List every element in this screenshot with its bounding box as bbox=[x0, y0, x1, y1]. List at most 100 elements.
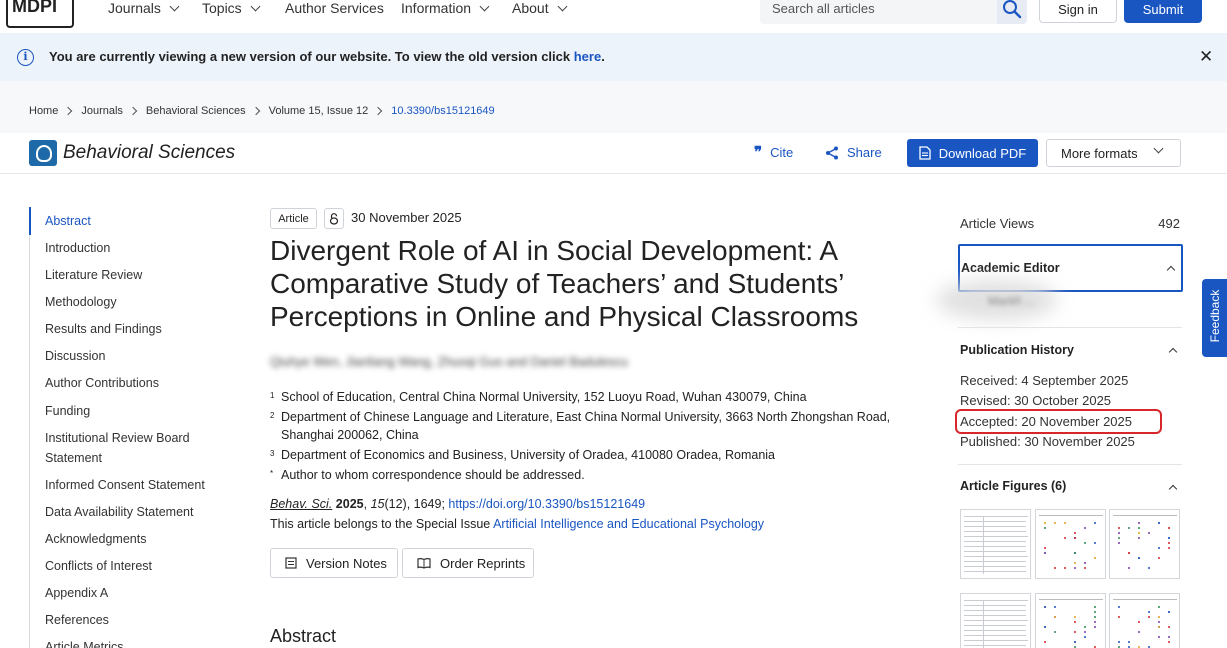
cite-button[interactable]: ❞ Cite bbox=[754, 145, 793, 161]
old-version-link[interactable]: here bbox=[574, 49, 601, 64]
toc-item-author-contributions[interactable]: Author Contributions bbox=[45, 373, 220, 393]
special-issue-line: This article belongs to the Special Issu… bbox=[270, 517, 765, 531]
affiliation-3: 3 Department of Economics and Business, U… bbox=[270, 448, 776, 462]
breadcrumb-issue[interactable]: Volume 15, Issue 12 bbox=[269, 105, 369, 117]
thumbnail-dot bbox=[1138, 527, 1140, 529]
toc-item-article-metrics[interactable]: Article Metrics bbox=[45, 637, 220, 648]
publication-date: 30 November 2025 bbox=[351, 210, 462, 225]
order-reprints-button[interactable]: Order Reprints bbox=[402, 548, 534, 578]
breadcrumb-journals[interactable]: Journals bbox=[81, 105, 123, 117]
thumbnail-line bbox=[964, 620, 1028, 621]
thumbnail-dot bbox=[1054, 606, 1056, 608]
download-pdf-button[interactable]: Download PDF bbox=[907, 139, 1038, 167]
feedback-tab[interactable]: Feedback bbox=[1202, 279, 1227, 357]
thumbnail-dot bbox=[1044, 552, 1046, 554]
toc-item-literature-review[interactable]: Literature Review bbox=[45, 265, 220, 285]
divider bbox=[958, 327, 1182, 328]
figure-thumbnail-1[interactable] bbox=[960, 509, 1031, 579]
thumbnail-dot bbox=[1138, 537, 1140, 539]
toc-item-methodology[interactable]: Methodology bbox=[45, 292, 220, 312]
thumbnail-dot bbox=[1094, 542, 1096, 544]
nav-author-services[interactable]: Author Services bbox=[285, 0, 384, 16]
abstract-heading: Abstract bbox=[270, 626, 337, 646]
submit-button[interactable]: Submit bbox=[1124, 0, 1202, 23]
version-notes-button[interactable]: Version Notes bbox=[270, 548, 398, 578]
breadcrumb-journal[interactable]: Behavioral Sciences bbox=[146, 105, 246, 117]
toc-item-introduction[interactable]: Introduction bbox=[45, 238, 220, 258]
figure-thumbnail-6[interactable] bbox=[1109, 593, 1180, 648]
toc-item-results[interactable]: Results and Findings bbox=[45, 319, 220, 339]
thumbnail-line bbox=[964, 615, 1026, 616]
journal-logo-icon[interactable] bbox=[29, 140, 57, 166]
toc-item-appendix-a[interactable]: Appendix A bbox=[45, 583, 220, 603]
toc-item-informed-consent[interactable]: Informed Consent Statement bbox=[45, 475, 220, 495]
thumbnail-line bbox=[964, 605, 1026, 606]
nav-topics[interactable]: Topics bbox=[202, 0, 261, 16]
figure-thumbnail-2[interactable] bbox=[1035, 509, 1106, 579]
toc-item-acknowledgments[interactable]: Acknowledgments bbox=[45, 529, 220, 549]
search-input[interactable]: Search all articles bbox=[760, 0, 1027, 24]
toc-item-abstract[interactable]: Abstract bbox=[45, 211, 220, 231]
more-formats-dropdown[interactable]: More formats bbox=[1046, 139, 1181, 167]
search-button[interactable] bbox=[997, 0, 1027, 24]
nav-journals[interactable]: Journals bbox=[108, 0, 180, 16]
thumbnail-dot bbox=[1148, 611, 1150, 613]
toc-item-funding[interactable]: Funding bbox=[45, 401, 220, 421]
close-icon[interactable]: ✕ bbox=[1199, 47, 1213, 67]
thumbnail-dot bbox=[1168, 542, 1170, 544]
thumbnail-line bbox=[964, 546, 1026, 547]
figure-thumbnail-5[interactable] bbox=[1035, 593, 1106, 648]
nav-information[interactable]: Information bbox=[401, 0, 490, 16]
chevron-down-icon bbox=[250, 1, 261, 11]
doi-link[interactable]: https://doi.org/10.3390/bs15121649 bbox=[448, 497, 645, 511]
publication-history-heading[interactable]: Publication History bbox=[960, 343, 1074, 357]
chevron-up-icon[interactable] bbox=[1168, 484, 1178, 494]
share-icon bbox=[826, 146, 838, 159]
nav-about[interactable]: About bbox=[512, 0, 568, 16]
toc-item-references[interactable]: References bbox=[45, 610, 220, 630]
thumbnail-dot bbox=[1074, 552, 1076, 554]
thumbnail-dot bbox=[1054, 616, 1056, 618]
thumbnail-dot bbox=[1138, 557, 1140, 559]
toc-item-discussion[interactable]: Discussion bbox=[45, 346, 220, 366]
breadcrumb-home[interactable]: Home bbox=[29, 105, 58, 117]
mdpi-logo[interactable]: MDPI bbox=[6, 0, 74, 28]
thumbnail-line bbox=[964, 645, 1026, 646]
thumbnail-line bbox=[1113, 515, 1177, 516]
thumbnail-line bbox=[964, 541, 1026, 542]
thumbnail-dot bbox=[1084, 636, 1086, 638]
thumbnail-line bbox=[964, 610, 1026, 611]
share-button[interactable]: Share bbox=[825, 145, 882, 160]
toc-item-data-availability[interactable]: Data Availability Statement bbox=[45, 502, 220, 522]
toc-item-conflicts[interactable]: Conflicts of Interest bbox=[45, 556, 220, 576]
journal-name[interactable]: Behavioral Sciences bbox=[63, 142, 235, 164]
corresponding-note: * Author to whom correspondence should be… bbox=[270, 468, 585, 482]
editor-name[interactable]: Martiñ ... bbox=[988, 294, 1035, 308]
thumbnail-line bbox=[964, 600, 1028, 601]
thumbnail-dot bbox=[1158, 557, 1160, 559]
citation-line: Behav. Sci. 2025, 15(12), 1649; https://… bbox=[270, 497, 646, 511]
toc-item-irb-statement[interactable]: Institutional Review Board Statement bbox=[45, 428, 220, 468]
sign-in-button[interactable]: Sign in bbox=[1039, 0, 1117, 23]
special-issue-link[interactable]: Artificial Intelligence and Educational … bbox=[493, 517, 764, 531]
breadcrumb-doi[interactable]: 10.3390/bs15121649 bbox=[391, 105, 494, 117]
article-figures-heading[interactable]: Article Figures (6) bbox=[960, 479, 1066, 493]
chevron-up-icon[interactable] bbox=[1168, 347, 1178, 357]
author-list[interactable]: Qiuhye Wen, Jianliang Wang, Zhuoqi Guo a… bbox=[270, 355, 660, 377]
thumbnail-line bbox=[964, 561, 1026, 562]
thumbnail-line bbox=[964, 531, 1026, 532]
thumbnail-dot bbox=[1064, 567, 1066, 569]
thumbnail-line bbox=[964, 566, 1026, 567]
chevron-right-icon bbox=[374, 106, 383, 116]
thumbnail-dot bbox=[1138, 532, 1140, 534]
banner-message: You are currently viewing a new version … bbox=[49, 49, 605, 64]
thumbnail-dot bbox=[1084, 567, 1086, 569]
chevron-down-icon bbox=[169, 1, 180, 11]
figure-thumbnail-3[interactable] bbox=[1109, 509, 1180, 579]
thumbnail-dot bbox=[1094, 557, 1096, 559]
book-icon bbox=[417, 558, 431, 569]
thumbnail-dot bbox=[1138, 621, 1140, 623]
chevron-down-icon bbox=[479, 1, 490, 11]
thumbnail-dot bbox=[1044, 522, 1046, 524]
figure-thumbnail-4[interactable] bbox=[960, 593, 1031, 648]
